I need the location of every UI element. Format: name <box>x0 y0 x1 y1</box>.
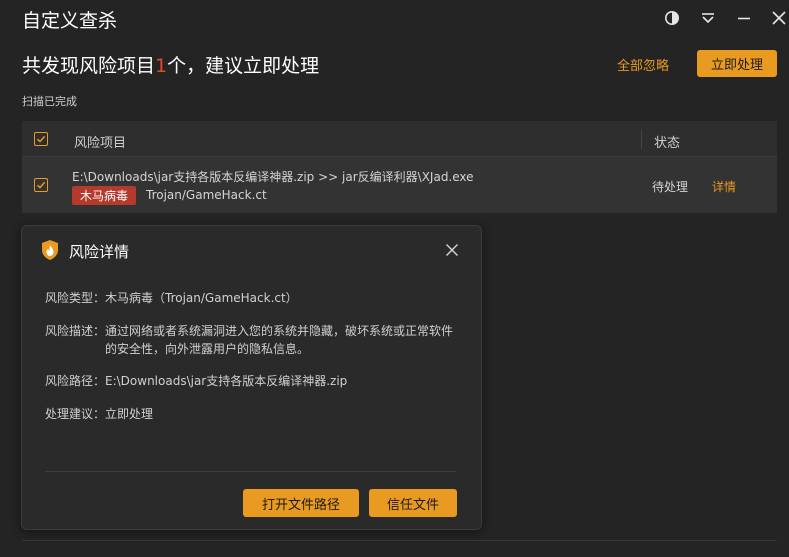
trust-file-button[interactable]: 信任文件 <box>369 489 457 517</box>
risk-count: 1 <box>155 55 168 77</box>
header-status: 状态 <box>654 136 681 151</box>
risk-type-label: 风险类型： <box>45 291 106 305</box>
advice-value: 立即处理 <box>105 407 154 421</box>
title-bar: 自定义查杀 <box>0 0 789 36</box>
select-all-checkbox[interactable] <box>34 132 48 146</box>
risk-path-field: 风险路径： E:\Downloads\jar支持各版本反编译神器.zip <box>45 372 455 390</box>
threat-badge: 木马病毒 <box>72 186 137 205</box>
risk-table: 风险项目 状态 E:\Downloads\jar支持各版本反编译神器.zip >… <box>22 121 777 213</box>
close-icon[interactable] <box>770 9 788 27</box>
threat-name: Trojan/GameHack.ct <box>146 188 267 202</box>
risk-detail-dialog: 风险详情 风险类型： 木马病毒（Trojan/GameHack.ct） 风险描述… <box>21 225 482 530</box>
header-risk-item: 风险项目 <box>74 136 127 151</box>
minimize-icon[interactable] <box>735 9 753 27</box>
risk-path-label: 风险路径： <box>45 374 106 388</box>
bottom-divider <box>22 540 777 541</box>
dialog-divider <box>45 471 456 472</box>
flame-shield-icon <box>40 239 60 265</box>
process-now-button[interactable]: 立即处理 <box>697 50 777 77</box>
row-file-path: E:\Downloads\jar支持各版本反编译神器.zip >> jar反编译… <box>72 170 474 184</box>
risk-path-value: E:\Downloads\jar支持各版本反编译神器.zip <box>105 374 348 388</box>
dialog-title: 风险详情 <box>69 243 130 261</box>
risk-desc-label: 风险描述： <box>45 324 106 338</box>
dropdown-icon[interactable] <box>699 9 717 27</box>
row-status: 待处理 <box>652 180 689 194</box>
ignore-all-button[interactable]: 全部忽略 <box>617 55 669 74</box>
headline-suffix: 个，建议立即处理 <box>167 55 320 77</box>
window-title: 自定义查杀 <box>22 10 118 32</box>
advice-field: 处理建议： 立即处理 <box>45 405 455 423</box>
risk-headline: 共发现风险项目1个，建议立即处理 <box>22 51 319 78</box>
risk-desc-value: 通过网络或者系统漏洞进入您的系统并隐藏，破坏系统或正常软件的安全性，向外泄露用户… <box>105 324 454 356</box>
table-row: E:\Downloads\jar支持各版本反编译神器.zip >> jar反编译… <box>22 157 777 213</box>
dialog-close-icon[interactable] <box>443 241 461 259</box>
risk-type-field: 风险类型： 木马病毒（Trojan/GameHack.ct） <box>45 289 455 307</box>
table-header: 风险项目 状态 <box>22 121 777 157</box>
risk-type-value: 木马病毒（Trojan/GameHack.ct） <box>105 291 298 305</box>
risk-desc-field: 风险描述： 通过网络或者系统漏洞进入您的系统并隐藏，破坏系统或正常软件的安全性，… <box>45 322 455 358</box>
header-divider <box>641 129 642 149</box>
open-file-path-button[interactable]: 打开文件路径 <box>243 489 359 517</box>
row-checkbox[interactable] <box>34 178 48 192</box>
advice-label: 处理建议： <box>45 407 106 421</box>
row-detail-link[interactable]: 详情 <box>712 178 736 195</box>
theme-icon[interactable] <box>663 9 681 27</box>
scan-status: 扫描已完成 <box>22 95 77 108</box>
headline-prefix: 共发现风险项目 <box>22 55 156 77</box>
